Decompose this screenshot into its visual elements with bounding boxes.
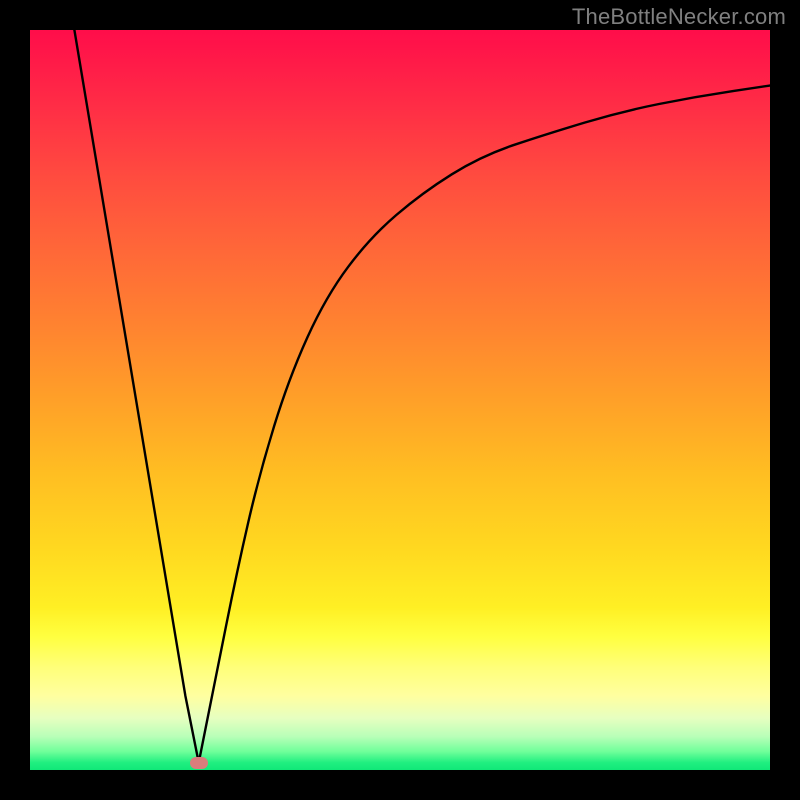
chart-frame: TheBottleNecker.com	[0, 0, 800, 800]
background-gradient	[30, 30, 770, 770]
optimal-marker	[190, 757, 208, 769]
plot-area	[30, 30, 770, 770]
watermark-text: TheBottleNecker.com	[572, 4, 786, 30]
